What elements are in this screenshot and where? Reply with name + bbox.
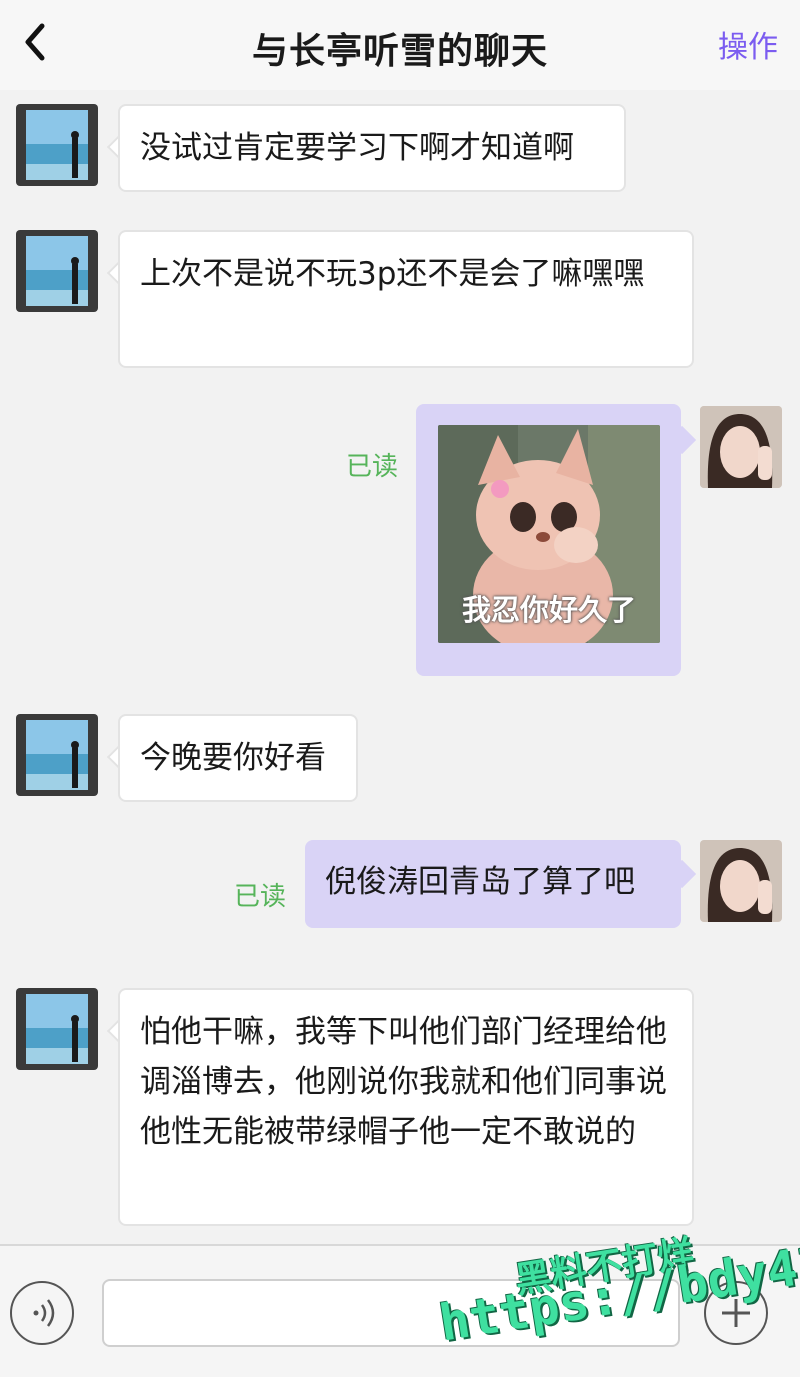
message-text: 没试过肯定要学习下啊才知道啊 — [140, 130, 574, 166]
message-text: 怕他干嘛，我等下叫他们部门经理给他调淄博去，他刚说你我就和他们同事说他性无能被带… — [140, 1014, 667, 1150]
message-bubble-incoming[interactable]: 今晚要你好看 — [118, 714, 358, 802]
read-status: 已读 — [346, 452, 399, 482]
sticker-caption: 我忍你好久了 — [461, 593, 636, 627]
message-bubble-incoming[interactable]: 上次不是说不玩3p还不是会了嘛嘿嘿 — [118, 230, 694, 368]
message-bubble-outgoing[interactable]: 倪俊涛回青岛了算了吧 — [305, 840, 681, 928]
sticker-image[interactable]: 我忍你好久了 — [438, 425, 660, 643]
message-text: 倪俊涛回青岛了算了吧 — [325, 864, 635, 900]
chat-header: 与长亭听雪的聊天 操作 — [0, 0, 800, 90]
message-bubble-incoming[interactable]: 怕他干嘛，我等下叫他们部门经理给他调淄博去，他刚说你我就和他们同事说他性无能被带… — [118, 988, 694, 1226]
message-text: 今晚要你好看 — [140, 740, 326, 776]
my-avatar[interactable] — [700, 840, 782, 922]
my-avatar[interactable] — [700, 406, 782, 488]
action-button[interactable]: 操作 — [718, 22, 778, 66]
contact-avatar[interactable] — [16, 230, 98, 312]
contact-avatar[interactable] — [16, 988, 98, 1070]
message-bubble-incoming[interactable]: 没试过肯定要学习下啊才知道啊 — [118, 104, 626, 192]
contact-avatar[interactable] — [16, 714, 98, 796]
voice-icon — [33, 1299, 55, 1327]
contact-avatar[interactable] — [16, 104, 98, 186]
read-status: 已读 — [234, 882, 287, 912]
page-title: 与长亭听雪的聊天 — [251, 31, 548, 72]
voice-button[interactable] — [10, 1281, 74, 1345]
message-text: 上次不是说不玩3p还不是会了嘛嘿嘿 — [140, 256, 645, 292]
